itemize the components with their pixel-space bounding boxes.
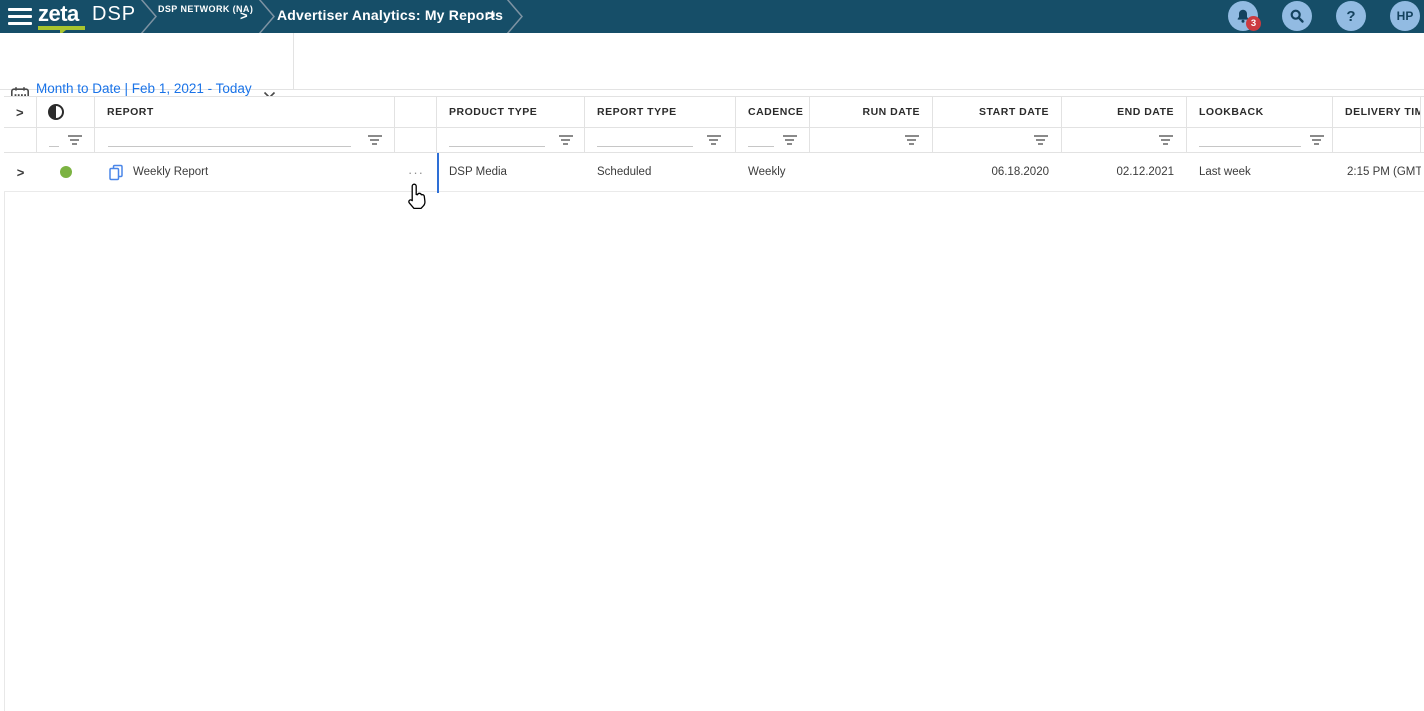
cell-end_date: 02.12.2021 [1062, 153, 1187, 191]
cell-expand: > [4, 153, 37, 191]
toolbar-divider [293, 33, 294, 90]
breadcrumb-network-chevron-icon[interactable]: > [240, 8, 248, 23]
filter-cell-end_date [1062, 128, 1187, 152]
filter-icon-lookback[interactable] [1309, 135, 1324, 145]
page-title-chevron-icon[interactable]: > [487, 7, 495, 23]
filter-cell-report [95, 128, 395, 152]
cell-run_date [810, 153, 933, 191]
cell-report_type: Scheduled [585, 153, 736, 191]
filter-cell-run_date [810, 128, 933, 152]
help-button[interactable]: ? [1336, 1, 1366, 31]
column-header-lookback[interactable]: LOOKBACK [1187, 97, 1333, 127]
filter-cell-delivery_time [1333, 128, 1421, 152]
filter-cell-report_type [585, 128, 736, 152]
table-row[interactable]: > Weekly Report ··· DSP MediaScheduledWeekl… [4, 153, 1424, 192]
copy-icon[interactable] [108, 164, 124, 181]
table-header-row: > REPORT PRODUCT TYPEREPORT TYPECADENCERUN… [4, 96, 1424, 128]
filter-cell-start_date [933, 128, 1062, 152]
filter-cell-lookback [1187, 128, 1333, 152]
breadcrumb-page-title[interactable]: Advertiser Analytics: My Reports [277, 7, 503, 23]
help-icon: ? [1346, 8, 1355, 25]
filter-input-product_type[interactable] [449, 133, 545, 147]
filter-input-status[interactable] [49, 133, 59, 147]
cell-status [37, 153, 95, 191]
filter-cell-cadence [736, 128, 810, 152]
notification-badge: 3 [1246, 16, 1261, 31]
filter-input-cadence[interactable] [748, 133, 774, 147]
filter-icon-status[interactable] [67, 135, 82, 145]
contrast-icon [48, 104, 64, 120]
search-icon [1289, 8, 1305, 24]
filter-input-lookback[interactable] [1199, 133, 1301, 147]
status-indicator [60, 166, 72, 178]
column-header-status[interactable] [37, 97, 95, 127]
dsp-logo-text: DSP [92, 3, 136, 26]
filter-cell-product_type [437, 128, 585, 152]
row-actions-menu[interactable]: ··· [408, 165, 424, 180]
cell-report: Weekly Report [95, 153, 395, 191]
filter-icon-start_date[interactable] [1033, 135, 1048, 145]
cell-lookback: Last week [1187, 153, 1333, 191]
column-header-expand[interactable]: > [4, 97, 37, 127]
column-header-delivery_time[interactable]: DELIVERY TIME [1333, 97, 1421, 127]
date-range-selector[interactable]: Month to Date | Feb 1, 2021 - Today [36, 81, 252, 96]
column-header-start_date[interactable]: START DATE [933, 97, 1062, 127]
expand-all-icon[interactable]: > [16, 105, 24, 120]
cell-start_date: 06.18.2020 [933, 153, 1062, 191]
avatar-initials: HP [1397, 9, 1414, 23]
column-header-actions[interactable] [395, 97, 437, 127]
cell-actions: ··· [395, 153, 437, 191]
filter-icon-report[interactable] [367, 135, 382, 145]
menu-icon[interactable] [8, 8, 32, 25]
breadcrumb-divider-icon [502, 0, 528, 33]
column-header-report_type[interactable]: REPORT TYPE [585, 97, 736, 127]
column-header-run_date[interactable]: RUN DATE [810, 97, 933, 127]
filter-icon-product_type[interactable] [558, 135, 573, 145]
filter-icon-run_date[interactable] [904, 135, 919, 145]
filter-input-report[interactable] [108, 133, 351, 147]
app-root: zeta DSP DSP NETWORK (NA) > Advertiser A… [0, 0, 1424, 711]
filter-icon-report_type[interactable] [706, 135, 721, 145]
filter-cell-expand [4, 128, 37, 152]
cell-cadence: Weekly [736, 153, 810, 191]
avatar[interactable]: HP [1390, 1, 1420, 31]
filter-icon-cadence[interactable] [782, 135, 797, 145]
filter-icon-end_date[interactable] [1158, 135, 1173, 145]
column-header-product_type[interactable]: PRODUCT TYPE [437, 97, 585, 127]
pinned-column-divider [437, 153, 439, 193]
top-navbar: zeta DSP DSP NETWORK (NA) > Advertiser A… [0, 0, 1424, 33]
column-header-report[interactable]: REPORT [95, 97, 395, 127]
filter-cell-status [37, 128, 95, 152]
zeta-logo: zeta [38, 1, 79, 27]
table-filter-row [4, 128, 1424, 153]
report-name[interactable]: Weekly Report [133, 166, 208, 178]
filter-input-report_type[interactable] [597, 133, 693, 147]
cell-delivery_time: 2:15 PM (GMT [1333, 153, 1421, 191]
filter-cell-actions [395, 128, 437, 152]
cell-product_type: DSP Media [437, 153, 585, 191]
column-header-end_date[interactable]: END DATE [1062, 97, 1187, 127]
column-header-cadence[interactable]: CADENCE [736, 97, 810, 127]
search-button[interactable] [1282, 1, 1312, 31]
row-expand-icon[interactable]: > [17, 165, 25, 180]
breadcrumb-network[interactable]: DSP NETWORK (NA) [158, 4, 253, 14]
date-toolbar: Month to Date | Feb 1, 2021 - Today Upda… [0, 33, 1424, 90]
